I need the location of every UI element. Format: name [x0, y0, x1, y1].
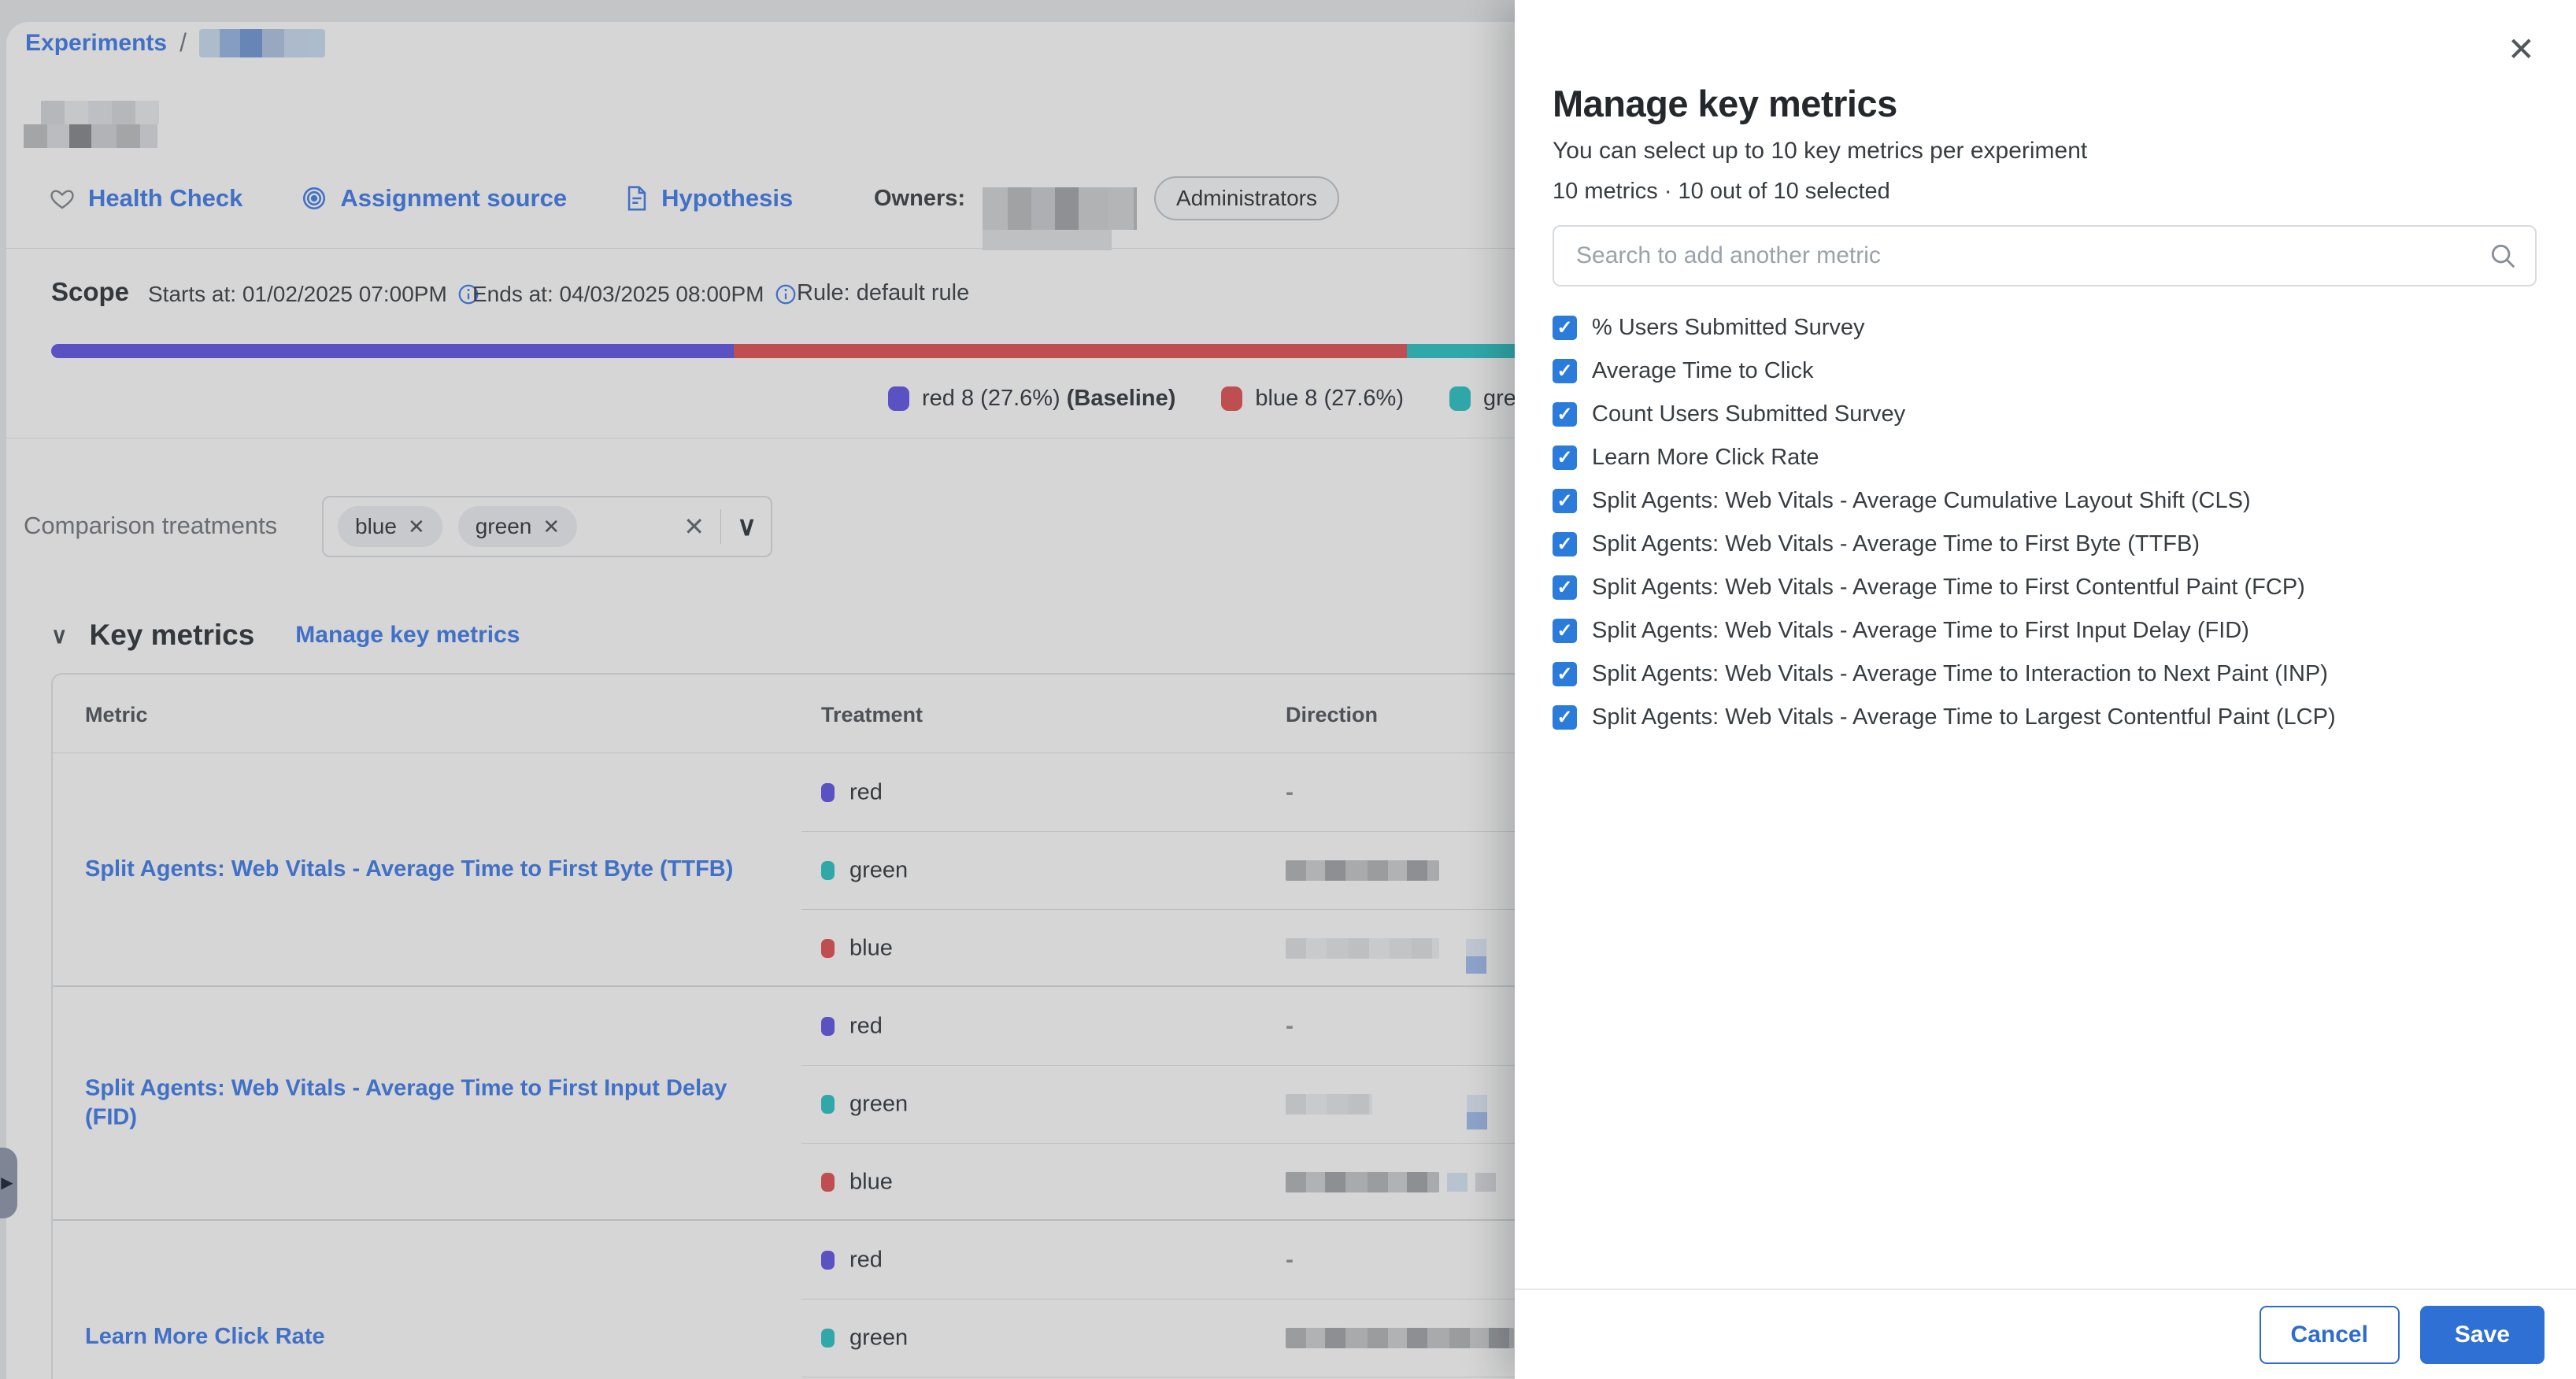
manage-key-metrics-panel: ✕ Manage key metrics You can select up t…: [1515, 0, 2576, 1379]
metric-checkbox-row[interactable]: ✓ Split Agents: Web Vitals - Average Tim…: [1553, 704, 2537, 730]
metric-label: Learn More Click Rate: [1592, 445, 1819, 471]
metric-label: Split Agents: Web Vitals - Average Time …: [1592, 575, 2305, 601]
checkbox-checked-icon[interactable]: ✓: [1553, 532, 1577, 556]
metric-checkbox-row[interactable]: ✓ Learn More Click Rate: [1553, 445, 2537, 471]
panel-body: Manage key metrics You can select up to …: [1553, 0, 2537, 730]
metric-label: Average Time to Click: [1592, 358, 1814, 384]
checkbox-checked-icon[interactable]: ✓: [1553, 316, 1577, 340]
metric-label: Split Agents: Web Vitals - Average Time …: [1592, 661, 2328, 687]
metric-checkbox-row[interactable]: ✓ Split Agents: Web Vitals - Average Tim…: [1553, 575, 2537, 601]
checkbox-checked-icon[interactable]: ✓: [1553, 445, 1577, 470]
save-button[interactable]: Save: [2420, 1306, 2545, 1364]
metric-checkbox-list: ✓ % Users Submitted Survey ✓ Average Tim…: [1553, 315, 2537, 730]
metric-search: [1553, 225, 2537, 287]
search-input[interactable]: [1553, 225, 2537, 287]
cancel-button[interactable]: Cancel: [2260, 1306, 2400, 1364]
checkbox-checked-icon[interactable]: ✓: [1553, 705, 1577, 730]
app-root: Experiments / Health Check: [0, 0, 2576, 1379]
metric-checkbox-row[interactable]: ✓ Split Agents: Web Vitals - Average Cum…: [1553, 488, 2537, 514]
checkbox-checked-icon[interactable]: ✓: [1553, 575, 1577, 600]
checkbox-checked-icon[interactable]: ✓: [1553, 359, 1577, 383]
metric-label: Split Agents: Web Vitals - Average Time …: [1592, 531, 2200, 557]
metric-label: Count Users Submitted Survey: [1592, 401, 1905, 427]
metric-checkbox-row[interactable]: ✓ Split Agents: Web Vitals - Average Tim…: [1553, 661, 2537, 687]
panel-title: Manage key metrics: [1553, 82, 2537, 125]
panel-subtitle: You can select up to 10 key metrics per …: [1553, 138, 2537, 165]
metric-label: % Users Submitted Survey: [1592, 315, 1865, 341]
metric-label: Split Agents: Web Vitals - Average Time …: [1592, 704, 2336, 730]
checkbox-checked-icon[interactable]: ✓: [1553, 489, 1577, 513]
metric-label: Split Agents: Web Vitals - Average Time …: [1592, 618, 2249, 644]
metric-label: Split Agents: Web Vitals - Average Cumul…: [1592, 488, 2251, 514]
panel-footer: Cancel Save: [1515, 1288, 2576, 1379]
metric-checkbox-row[interactable]: ✓ Split Agents: Web Vitals - Average Tim…: [1553, 618, 2537, 644]
metric-checkbox-row[interactable]: ✓ Count Users Submitted Survey: [1553, 401, 2537, 427]
metrics-count: 10 metrics · 10 out of 10 selected: [1553, 179, 2537, 205]
metric-checkbox-row[interactable]: ✓ Split Agents: Web Vitals - Average Tim…: [1553, 531, 2537, 557]
metric-checkbox-row[interactable]: ✓ % Users Submitted Survey: [1553, 315, 2537, 341]
checkbox-checked-icon[interactable]: ✓: [1553, 619, 1577, 643]
metric-checkbox-row[interactable]: ✓ Average Time to Click: [1553, 358, 2537, 384]
checkbox-checked-icon[interactable]: ✓: [1553, 662, 1577, 686]
checkbox-checked-icon[interactable]: ✓: [1553, 402, 1577, 427]
search-icon: [2488, 241, 2518, 275]
